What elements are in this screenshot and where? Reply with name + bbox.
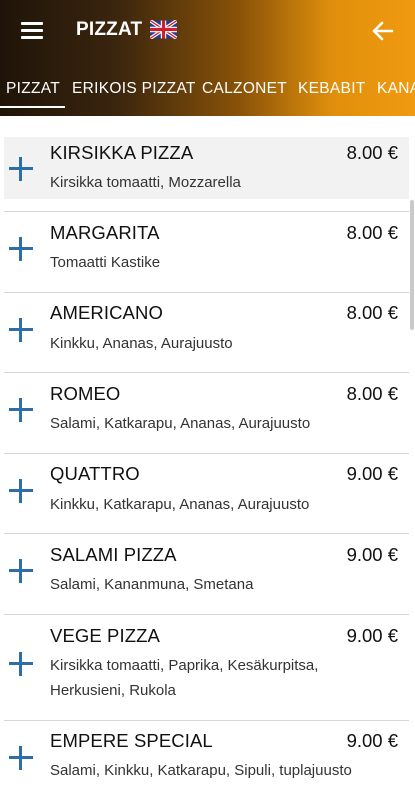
arrow-left-icon[interactable] xyxy=(370,18,396,44)
divider xyxy=(4,614,409,615)
item-description: Tomaatti Kastike xyxy=(50,254,161,271)
item-description: Salami, Katkarapu, Ananas, Aurajuusto xyxy=(50,415,311,432)
page-title: PIZZAT xyxy=(76,19,143,40)
plus-icon[interactable] xyxy=(9,398,33,422)
tab-calzonet[interactable]: CALZONET xyxy=(202,80,287,98)
item-name: SALAMI PIZZA xyxy=(50,544,177,565)
top-bar: PIZZAT xyxy=(0,0,415,62)
item-description: Kinkku, Ananas, Aurajuusto xyxy=(50,335,233,352)
item-price: 9.00 € xyxy=(346,730,398,751)
item-name: MARGARITA xyxy=(50,222,160,243)
item-price: 8.00 € xyxy=(346,302,398,323)
divider xyxy=(4,720,409,721)
divider xyxy=(4,533,409,534)
uk-flag-icon[interactable] xyxy=(150,20,177,39)
item-name: VEGE PIZZA xyxy=(50,625,160,646)
tab-erikois-pizzat[interactable]: ERIKOIS PIZZAT xyxy=(72,80,196,98)
item-description: Kinkku, Katkarapu, Ananas, Aurajuusto xyxy=(50,496,310,513)
divider xyxy=(4,211,409,212)
item-price: 9.00 € xyxy=(346,625,398,646)
item-price: 8.00 € xyxy=(346,222,398,243)
divider xyxy=(4,453,409,454)
scrollbar[interactable] xyxy=(410,200,414,330)
app-header: PIZZAT PIZZAT ERIKOIS PIZZAT CALZONET KE… xyxy=(0,0,415,116)
item-name: KIRSIKKA PIZZA xyxy=(50,142,194,163)
plus-icon[interactable] xyxy=(9,559,33,583)
plus-icon[interactable] xyxy=(9,157,33,181)
item-name: QUATTRO xyxy=(50,463,140,484)
hamburger-menu-icon[interactable] xyxy=(18,17,46,45)
item-description: Kirsikka tomaatti, Paprika, Kesäkurpitsa… xyxy=(50,657,319,699)
item-name: EMPERE SPECIAL xyxy=(50,730,213,751)
item-name: ROMEO xyxy=(50,383,121,404)
tab-kana[interactable]: KANA xyxy=(377,80,415,98)
plus-icon[interactable] xyxy=(9,318,33,342)
item-price: 8.00 € xyxy=(346,142,398,163)
plus-icon[interactable] xyxy=(9,237,33,261)
item-name: AMERICANO xyxy=(50,302,163,323)
plus-icon[interactable] xyxy=(9,746,33,770)
item-description: Kirsikka tomaatti, Mozzarella xyxy=(50,174,241,191)
active-tab-indicator xyxy=(0,106,65,108)
plus-icon[interactable] xyxy=(9,479,33,503)
tab-kebabit[interactable]: KEBABIT xyxy=(298,80,366,98)
item-price: 9.00 € xyxy=(346,463,398,484)
item-price: 9.00 € xyxy=(346,544,398,565)
item-description: Salami, Kinkku, Katkarapu, Sipuli, tupla… xyxy=(50,762,352,779)
divider xyxy=(4,292,409,293)
item-price: 8.00 € xyxy=(346,383,398,404)
tab-pizzat[interactable]: PIZZAT xyxy=(6,80,60,98)
divider xyxy=(4,372,409,373)
item-description: Salami, Kananmuna, Smetana xyxy=(50,576,254,593)
plus-icon[interactable] xyxy=(9,652,33,676)
